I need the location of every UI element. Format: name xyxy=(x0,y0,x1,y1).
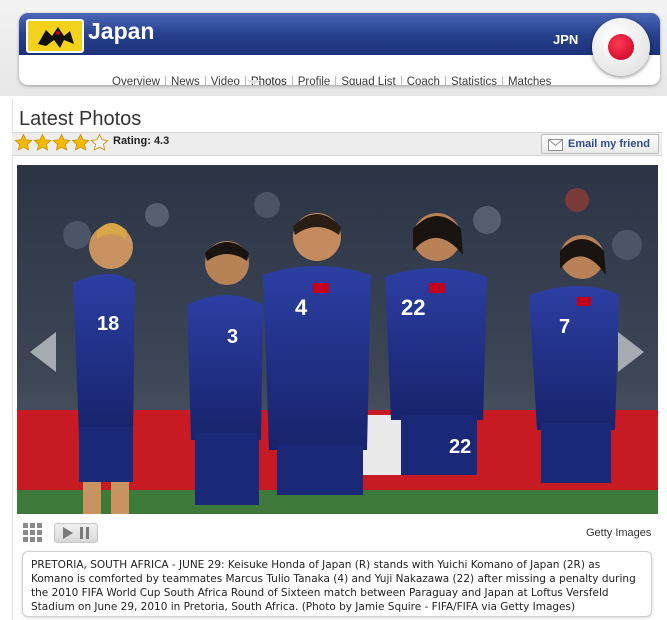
tab-matches[interactable]: Matches xyxy=(501,75,556,85)
email-friend-label: Email my friend xyxy=(568,138,650,150)
jersey-number: 4 xyxy=(295,295,308,320)
thumbnail-grid-icon[interactable] xyxy=(23,523,43,543)
team-photo-image: 18 3 4 22 22 7 xyxy=(17,165,658,514)
active-tab-indicator xyxy=(247,80,261,85)
next-photo-icon[interactable] xyxy=(612,328,652,376)
star-full-icon[interactable] xyxy=(33,133,52,152)
photo-controls xyxy=(17,515,658,551)
team-name: Japan xyxy=(88,18,155,44)
play-pause-icon xyxy=(63,527,89,539)
featured-photo[interactable]: 18 3 4 22 22 7 xyxy=(17,165,658,514)
rating-label: Rating: 4.3 xyxy=(113,135,170,147)
star-empty-icon[interactable] xyxy=(90,133,109,152)
team-header: Japan JPN Overview News Video Photos Pro… xyxy=(19,13,660,85)
section-title: Latest Photos xyxy=(19,108,142,130)
photo-credit: Getty Images xyxy=(586,527,652,539)
tab-video[interactable]: Video xyxy=(204,75,245,85)
rating-stars[interactable] xyxy=(14,133,109,152)
jersey-number: 7 xyxy=(559,316,570,338)
photo-caption: PRETORIA, SOUTH AFRICA - JUNE 29: Keisuk… xyxy=(31,559,636,613)
japan-flag-icon xyxy=(608,34,634,60)
tab-squad-list[interactable]: Squad List xyxy=(335,75,400,85)
star-full-icon[interactable] xyxy=(52,133,71,152)
star-full-icon[interactable] xyxy=(71,133,90,152)
team-flag-badge xyxy=(592,18,650,76)
email-icon xyxy=(548,139,563,151)
tab-statistics[interactable]: Statistics xyxy=(444,75,502,85)
shorts-number: 22 xyxy=(449,436,471,458)
slideshow-play-pause-button[interactable] xyxy=(54,523,98,543)
tab-profile[interactable]: Profile xyxy=(291,75,336,85)
jersey-number: 18 xyxy=(97,313,119,335)
team-nav: Overview News Video Photos Profile Squad… xyxy=(107,73,556,85)
star-full-icon[interactable] xyxy=(14,133,33,152)
jfa-crow-emblem-icon xyxy=(38,27,74,48)
previous-photo-icon[interactable] xyxy=(22,328,62,376)
tab-coach[interactable]: Coach xyxy=(400,75,445,85)
tab-overview[interactable]: Overview xyxy=(107,76,165,86)
team-logo[interactable] xyxy=(26,19,84,53)
tab-news[interactable]: News xyxy=(164,75,205,85)
email-friend-button[interactable]: Email my friend xyxy=(541,134,659,154)
photo-caption-box: PRETORIA, SOUTH AFRICA - JUNE 29: Keisuk… xyxy=(22,551,652,617)
team-code: JPN xyxy=(553,32,579,47)
jersey-number: 22 xyxy=(401,295,425,320)
jersey-number: 3 xyxy=(227,326,238,348)
